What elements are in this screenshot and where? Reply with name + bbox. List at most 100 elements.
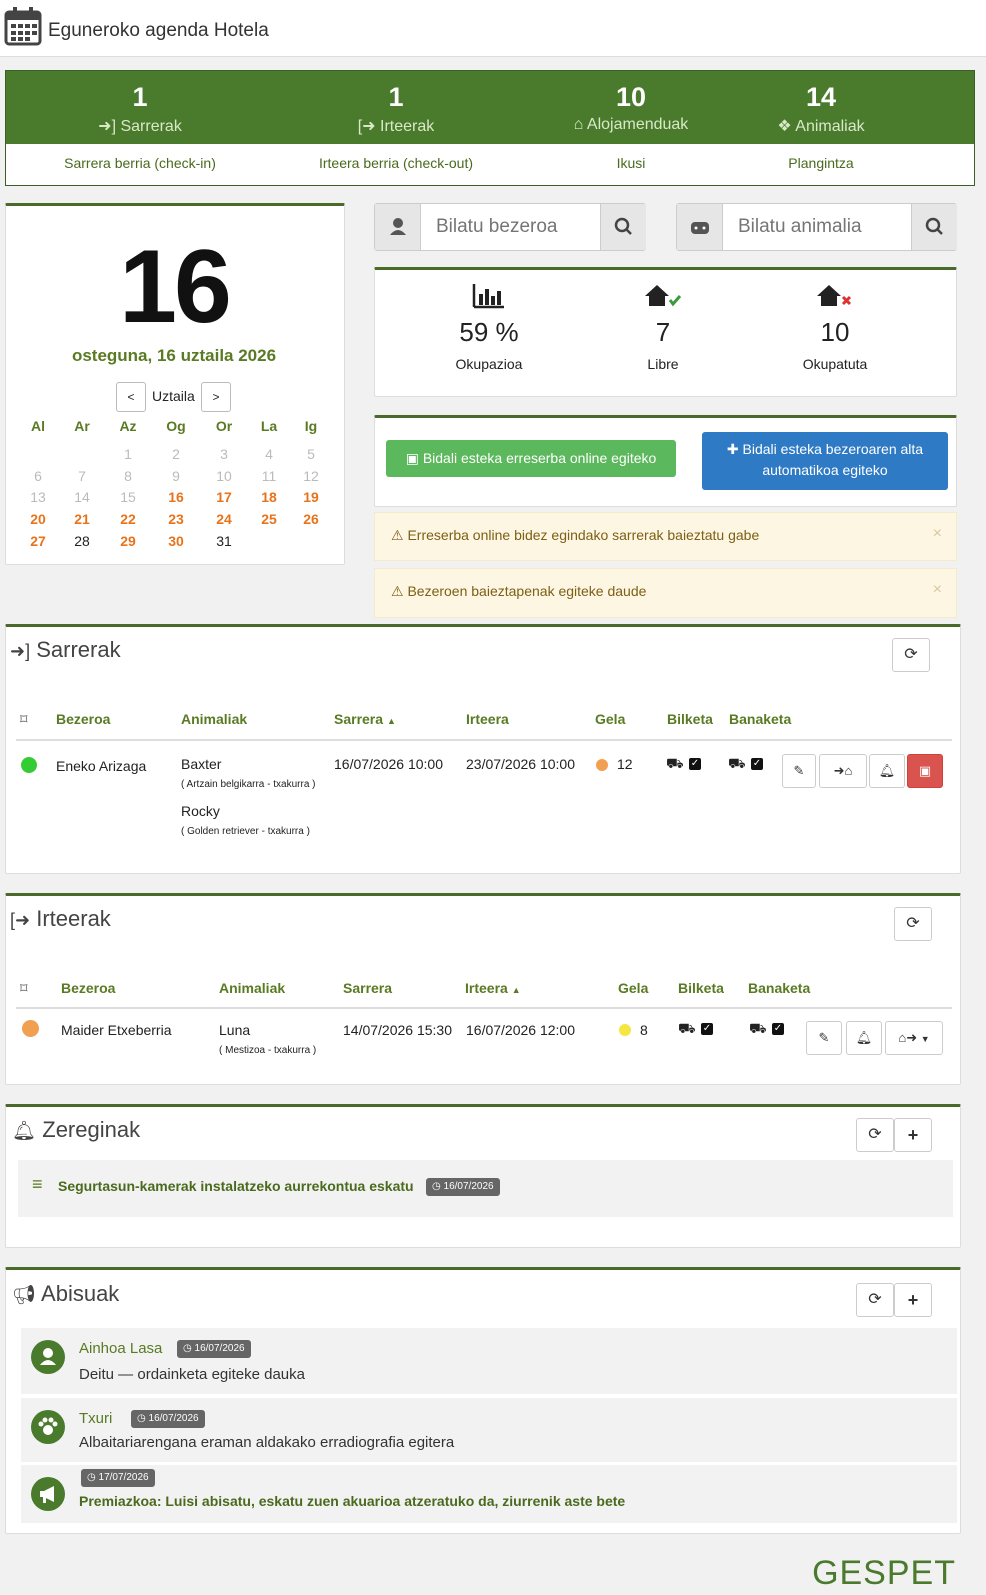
room-dot [596, 759, 608, 771]
planning-link[interactable]: Plangintza [701, 155, 941, 171]
stat-checkins[interactable]: 1 ➜] Sarrerak [20, 71, 260, 136]
weekday-label: Ar [74, 418, 90, 434]
free-rooms: 7 Libre [573, 282, 753, 372]
calendar-day[interactable]: 17 [204, 489, 244, 505]
user-icon [40, 1348, 56, 1365]
col-checkin[interactable]: Sarrera [343, 980, 392, 996]
checkout-date: 16/07/2026 12:00 [466, 1022, 575, 1038]
occupied-rooms-label: Okupatuta [802, 356, 868, 372]
calendar-day[interactable]: 5 [291, 446, 331, 462]
calendar-day[interactable]: 15 [108, 489, 148, 505]
animal-name[interactable]: Luna [219, 1022, 250, 1038]
calendar-day[interactable]: 29 [108, 533, 148, 549]
col-checkout[interactable]: Irteera ▲ [465, 980, 521, 996]
calendar-day[interactable]: 27 [18, 533, 58, 549]
calendar-day[interactable]: 22 [108, 511, 148, 527]
close-icon[interactable]: × [933, 525, 942, 543]
calendar-day[interactable]: 4 [249, 446, 289, 462]
list-item[interactable]: Ainhoa Lasa ◷ 16/07/2026 Deitu — ordaink… [21, 1328, 957, 1394]
refresh-button[interactable]: ⟳ [856, 1283, 894, 1317]
notice-author[interactable]: Ainhoa Lasa [79, 1340, 162, 1357]
col-delivery[interactable]: Banaketa [729, 711, 791, 727]
col-pickup[interactable]: Bilketa [667, 711, 713, 727]
notify-button[interactable]: 🔔︎ [869, 754, 905, 788]
pickup-checkbox[interactable]: ✓ [689, 758, 701, 770]
list-item[interactable]: ◷ 17/07/2026 Premiazkoa: Luisi abisatu, … [21, 1465, 957, 1523]
client-search-button[interactable] [600, 204, 646, 250]
calendar-day[interactable]: 2 [156, 446, 196, 462]
col-animals[interactable]: Animaliak [181, 711, 247, 727]
clock-icon: ◷ [432, 1181, 441, 1192]
animal-name[interactable]: Rocky [181, 803, 220, 819]
calendar-day[interactable]: 21 [62, 511, 102, 527]
calendar-day[interactable]: 12 [291, 468, 331, 484]
notify-button[interactable]: 🔔︎ [846, 1021, 882, 1055]
calendar-day[interactable]: 3 [204, 446, 244, 462]
delivery-checkbox[interactable]: ✓ [772, 1023, 784, 1035]
delivery-checkbox[interactable]: ✓ [751, 758, 763, 770]
refresh-button[interactable]: ⟳ [894, 907, 932, 941]
checkin-action-button[interactable]: ➜⌂ [819, 754, 867, 788]
add-task-button[interactable]: + [894, 1118, 932, 1152]
client-name[interactable]: Eneko Arizaga [56, 758, 146, 774]
calendar-day[interactable]: 19 [291, 489, 331, 505]
client-signup-button[interactable]: ✚ Bidali esteka bezeroaren alta automati… [702, 432, 948, 490]
calendar-day[interactable]: 23 [156, 511, 196, 527]
calendar-day[interactable]: 6 [18, 468, 58, 484]
sort-up-icon: ▲ [386, 716, 396, 726]
edit-button[interactable]: ✎ [806, 1021, 842, 1055]
online-booking-button[interactable]: ▣ Bidali esteka erreserba online egiteko [386, 440, 676, 477]
animal-search-button[interactable] [911, 204, 957, 250]
calendar-day[interactable]: 30 [156, 533, 196, 549]
calendar-day[interactable]: 20 [18, 511, 58, 527]
calendar-day[interactable]: 18 [249, 489, 289, 505]
calendar-day[interactable]: 25 [249, 511, 289, 527]
calendar-day[interactable]: 28 [62, 533, 102, 549]
weekday-label: La [260, 418, 278, 434]
col-room[interactable]: Gela [595, 711, 625, 727]
prev-month-button[interactable]: < [116, 382, 146, 412]
stat-animals[interactable]: 14 ❖ Animaliak [701, 71, 941, 136]
calendar-day[interactable]: 14 [62, 489, 102, 505]
list-item[interactable]: ≡ Segurtasun-kamerak instalatzeko aurrek… [18, 1160, 953, 1217]
new-checkin-link[interactable]: Sarrera berria (check-in) [20, 155, 260, 171]
calendar-day[interactable]: 10 [204, 468, 244, 484]
col-room[interactable]: Gela [618, 980, 648, 996]
notice-author[interactable]: Txuri [79, 1410, 112, 1427]
calendar-day[interactable]: 7 [62, 468, 102, 484]
pickup-checkbox[interactable]: ✓ [701, 1023, 713, 1035]
client-name[interactable]: Maider Etxeberria [61, 1022, 172, 1038]
stats-bar: 1 ➜] Sarrerak 1 [➜ Irteerak 10 ⌂ Alojame… [5, 70, 975, 186]
client-search-input[interactable] [422, 204, 600, 250]
calendar-day[interactable]: 13 [18, 489, 58, 505]
checkout-action-dropdown[interactable]: ⌂➜ ▼ [885, 1021, 943, 1055]
calendar-day[interactable]: 8 [108, 468, 148, 484]
refresh-button[interactable]: ⟳ [856, 1118, 894, 1152]
list-item[interactable]: Txuri ◷ 16/07/2026 Albaitariarengana era… [21, 1398, 957, 1462]
stat-checkouts[interactable]: 1 [➜ Irteerak [276, 71, 516, 136]
col-pickup[interactable]: Bilketa [678, 980, 724, 996]
calendar-day[interactable]: 9 [156, 468, 196, 484]
calendar-day[interactable]: 1 [108, 446, 148, 462]
animal-search [676, 203, 957, 251]
refresh-button[interactable]: ⟳ [892, 638, 930, 672]
new-checkout-link[interactable]: Irteera berria (check-out) [276, 155, 516, 171]
next-month-button[interactable]: > [201, 382, 231, 412]
calendar-day[interactable]: 24 [204, 511, 244, 527]
col-client[interactable]: Bezeroa [56, 711, 110, 727]
calendar-day[interactable]: 26 [291, 511, 331, 527]
col-delivery[interactable]: Banaketa [748, 980, 810, 996]
animal-search-input[interactable] [724, 204, 911, 250]
col-animals[interactable]: Animaliak [219, 980, 285, 996]
col-checkin[interactable]: Sarrera ▲ [334, 711, 396, 727]
calendar-day[interactable]: 16 [156, 489, 196, 505]
close-icon[interactable]: × [933, 581, 942, 599]
calendar-day[interactable]: 11 [249, 468, 289, 484]
col-checkout[interactable]: Irteera [466, 711, 509, 727]
add-notice-button[interactable]: + [894, 1283, 932, 1317]
animal-name[interactable]: Baxter [181, 756, 221, 772]
edit-button[interactable]: ✎ [782, 754, 816, 788]
calendar-day[interactable]: 31 [204, 533, 244, 549]
col-client[interactable]: Bezeroa [61, 980, 115, 996]
cancel-booking-button[interactable]: ▣ [907, 754, 943, 788]
